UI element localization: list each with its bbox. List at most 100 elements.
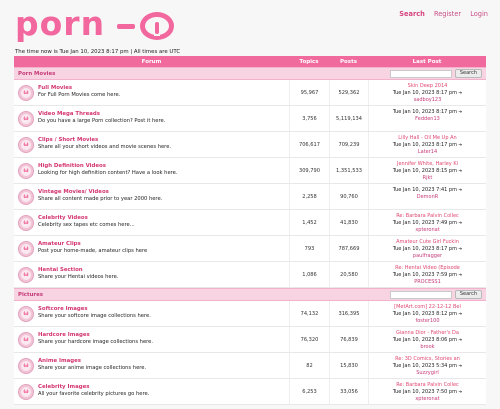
category-search-button[interactable]: Search	[454, 69, 482, 78]
forum-title-link[interactable]: Full Movies	[38, 85, 289, 92]
arrow-right-icon[interactable]: ➔	[457, 143, 462, 148]
last-post-date-line: Tue Jan 10, 2023 8:17 pm ➔	[369, 142, 486, 149]
forum-posts-count: 20,580	[329, 262, 368, 287]
forum-title-link[interactable]: Clips / Short Movies	[38, 137, 289, 144]
forum-title-link[interactable]: Celebrity Videos	[38, 215, 289, 222]
forum-posts-count: 709,239	[329, 132, 368, 157]
forum-title-link[interactable]: Anime Images	[38, 358, 289, 365]
forum-description: All your favorite celebrity pictures go …	[38, 391, 150, 397]
arrow-right-icon[interactable]: ➔	[457, 247, 462, 252]
forum-omega-icon: ω	[18, 357, 34, 374]
arrow-right-icon[interactable]: ➔	[457, 273, 462, 278]
arrow-right-icon[interactable]: ➔	[457, 91, 462, 96]
forum-title-link[interactable]: Video Mega Threads	[38, 111, 289, 118]
last-post-topic-link[interactable]: Jennifer White, Harley Ki	[369, 161, 486, 168]
last-post-user-link[interactable]: Later14	[369, 149, 486, 156]
forum-icon-cell: ω	[14, 353, 38, 378]
category-title[interactable]: Pictures	[14, 292, 314, 298]
forum-omega-icon: ω	[18, 110, 34, 127]
last-post-user-link[interactable]: DemonR	[369, 194, 486, 201]
forum-posts-count: 529,362	[329, 80, 368, 105]
last-post-date: Tue Jan 10, 2023 7:50 pm	[392, 389, 457, 395]
arrow-right-icon[interactable]: ➔	[457, 390, 462, 395]
last-post-user-link[interactable]: sadboy123	[369, 97, 486, 104]
last-post-topic-link[interactable]: Re: Barbara Palvin Collec	[369, 382, 486, 389]
last-post-topic-link[interactable]: [MetArt.com] 22-12-12 Bel	[369, 304, 486, 311]
forum-posts-count: 15,830	[329, 353, 368, 378]
last-post-date-line: Tue Jan 10, 2023 8:17 pm ➔	[369, 90, 486, 97]
forum-icon-cell: ω	[14, 379, 38, 404]
nav-search-link[interactable]: Search	[399, 10, 425, 18]
forum-icon-cell: ω	[14, 80, 38, 105]
forum-icon-cell: ω	[14, 210, 38, 235]
last-post-user-link[interactable]: xpteronat	[369, 227, 486, 234]
last-post-date: Tue Jan 10, 2023 8:12 pm	[392, 311, 457, 317]
arrow-right-icon[interactable]: ➔	[457, 188, 462, 193]
category-search-input[interactable]	[389, 290, 452, 299]
last-post-topic-link[interactable]: Re: 3D Comics, Stories an	[369, 356, 486, 363]
forum-row: ω Anime Images Share your anime image coll…	[14, 353, 486, 379]
forum-title-link[interactable]: Hentai Section	[38, 267, 289, 274]
category-search-input[interactable]	[389, 69, 452, 78]
category-title[interactable]: Porn Movies	[14, 71, 314, 77]
page: porn Search Register Login The time now …	[0, 0, 500, 409]
arrow-right-icon[interactable]: ➔	[457, 312, 462, 317]
last-post-date-line: Tue Jan 10, 2023 8:12 pm ➔	[369, 311, 486, 318]
forum-posts-count: 33,056	[329, 379, 368, 404]
forum-row: ω Celebrity Images All your favorite celeb…	[14, 379, 486, 405]
last-post-date: Tue Jan 10, 2023 5:34 pm	[392, 363, 457, 369]
arrow-right-icon[interactable]: ➔	[457, 169, 462, 174]
forum-icon-cell: ω	[14, 158, 38, 183]
forum-omega-glyph: ω	[21, 269, 31, 280]
forum-omega-icon: ω	[18, 266, 34, 283]
last-post-date: Tue Jan 10, 2023 8:06 pm	[392, 337, 457, 343]
last-post-user-link[interactable]: paulfragger	[369, 253, 486, 260]
last-post-user-link[interactable]: Suzzygirl	[369, 370, 486, 377]
forum-last-post: Re: Barbara Palvin Collec Tue Jan 10, 202…	[368, 379, 486, 404]
forum-row: ω Hardcore Images Share your hardcore imag…	[14, 327, 486, 353]
last-post-user-link[interactable]: xpteronat	[369, 396, 486, 403]
last-post-date-line: Tue Jan 10, 2023 8:17 pm ➔	[369, 109, 486, 116]
last-post-topic-link[interactable]: Gianna Dior - Father's Da	[369, 330, 486, 337]
last-post-topic-link[interactable]: Re: Hentai Video (Episode	[369, 265, 486, 272]
forum-topics-count: 95,967	[289, 80, 329, 105]
last-post-date: Tue Jan 10, 2023 7:49 pm	[392, 220, 457, 226]
forum-omega-glyph: ω	[21, 308, 31, 319]
forum-row: ω Vintage Movies/ Videos Share all content…	[14, 184, 486, 210]
arrow-right-icon[interactable]: ➔	[457, 364, 462, 369]
forum-posts-count: 5,119,134	[329, 106, 368, 131]
last-post-date: Tue Jan 10, 2023 8:17 pm	[392, 246, 457, 252]
last-post-user-link[interactable]: PROCESS1	[369, 279, 486, 286]
forum-omega-icon: ω	[18, 84, 34, 101]
nav-login-link[interactable]: Login	[470, 10, 488, 18]
category-search-button[interactable]: Search	[454, 290, 482, 299]
arrow-right-icon[interactable]: ➔	[457, 221, 462, 226]
forum-title-link[interactable]: Vintage Movies/ Videos	[38, 189, 289, 196]
arrow-right-icon[interactable]: ➔	[457, 110, 462, 115]
forum-posts-count: 316,395	[329, 301, 368, 326]
forum-last-post: Re: 3D Comics, Stories an Tue Jan 10, 202…	[368, 353, 486, 378]
forum-posts-count: 1,351,533	[329, 158, 368, 183]
last-post-topic-link[interactable]: Re: Barbara Palvin Collec	[369, 213, 486, 220]
last-post-user-link[interactable]: Fedden13	[369, 116, 486, 123]
last-post-user-link[interactable]: Rjkt	[369, 175, 486, 182]
forum-title-link[interactable]: High Definition Videos	[38, 163, 289, 170]
arrow-right-icon[interactable]: ➔	[457, 338, 462, 343]
forum-title-link[interactable]: Softcore Images	[38, 306, 289, 313]
forum-description: Celebrity sex tapes etc comes here...	[38, 222, 135, 228]
forum-icon-cell: ω	[14, 262, 38, 287]
last-post-user-link[interactable]: brook	[369, 344, 486, 351]
forum-title-link[interactable]: Celebrity Images	[38, 384, 289, 391]
forum-title-link[interactable]: Amateur Clips	[38, 241, 289, 248]
last-post-date: Tue Jan 10, 2023 8:17 pm	[392, 109, 457, 115]
nav-register-link[interactable]: Register	[434, 10, 461, 18]
last-post-user-link[interactable]: foster100	[369, 318, 486, 325]
forum-title-link[interactable]: Hardcore Images	[38, 332, 289, 339]
forum-topics-count: 74,132	[289, 301, 329, 326]
forum-row: ω Video Mega Threads Do you have a large P…	[14, 106, 486, 132]
last-post-topic-link[interactable]: Amateur Cute Girl Fuckin	[369, 239, 486, 246]
last-post-topic-link[interactable]: Lilly Hall - Oil Me Up An	[369, 135, 486, 142]
forum-topics-count: 1,086	[289, 262, 329, 287]
forum-omega-icon: ω	[18, 136, 34, 153]
last-post-topic-link[interactable]: Skin Deep 2014	[369, 83, 486, 90]
